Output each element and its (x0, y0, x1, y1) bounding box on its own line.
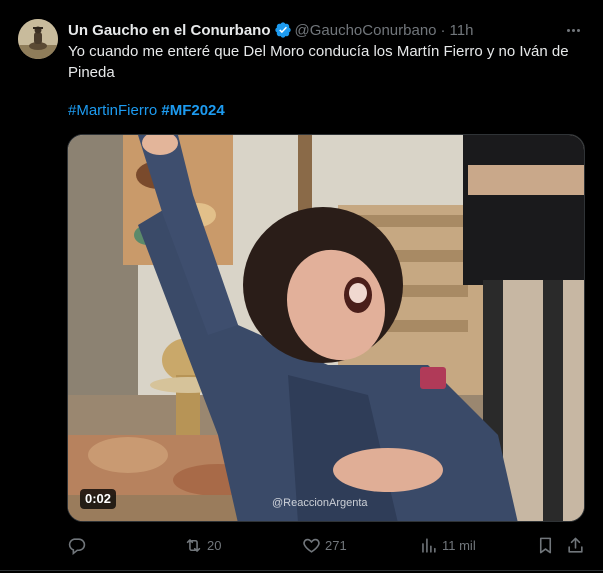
retweet-count: 20 (207, 537, 222, 553)
share-button[interactable] (566, 533, 585, 557)
hashtag-link[interactable]: #MF2024 (161, 102, 224, 119)
verified-badge-icon (274, 21, 292, 39)
views-count: 11 mil (442, 537, 476, 553)
hashtag-link[interactable]: #MartinFierro (68, 102, 157, 119)
views-chart-icon (419, 536, 438, 555)
video-duration-badge: 0:02 (80, 489, 117, 509)
video-frame (68, 135, 584, 521)
heart-icon (302, 536, 321, 555)
retweet-button[interactable]: 20 (184, 533, 221, 557)
bookmark-button[interactable] (536, 533, 555, 557)
share-icon (566, 536, 585, 555)
tweet-hashtags: #MartinFierro #MF2024 (68, 101, 225, 121)
more-options-icon[interactable] (563, 22, 583, 38)
tweet-text: Yo cuando me enteré que Del Moro conducí… (68, 43, 569, 81)
video-player[interactable] (67, 134, 585, 522)
retweet-icon (184, 536, 203, 555)
bookmark-icon (536, 536, 555, 555)
separator-dot: · (440, 21, 446, 39)
avatar[interactable] (18, 19, 58, 59)
like-button[interactable]: 271 (302, 533, 347, 557)
reply-icon (67, 536, 86, 555)
tweet-timestamp[interactable]: 11h (450, 22, 474, 39)
avatar-image (18, 19, 58, 59)
tweet-card[interactable]: Un Gaucho en el Conurbano @GauchoConurba… (0, 0, 603, 571)
author-name[interactable]: Un Gaucho en el Conurbano (68, 22, 271, 39)
tweet-actions: 20 271 11 mil (0, 533, 603, 557)
like-count: 271 (325, 537, 347, 553)
tweet-header: Un Gaucho en el Conurbano @GauchoConurba… (68, 20, 473, 40)
reply-button[interactable] (67, 533, 86, 557)
video-watermark: @ReaccionArgenta (272, 497, 368, 509)
views-button[interactable]: 11 mil (419, 533, 476, 557)
author-handle[interactable]: @GauchoConurbano (295, 22, 437, 39)
